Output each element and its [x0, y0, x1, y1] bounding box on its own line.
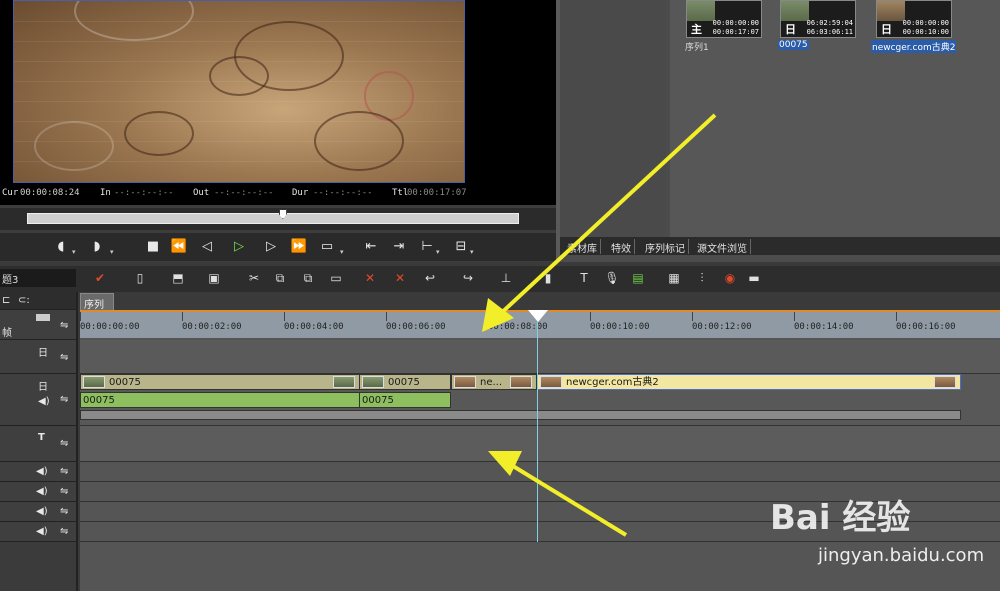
watermark-logo: Bai 经验 [770, 498, 911, 538]
arrow-head-2 [488, 451, 522, 476]
annotation-arrow-2 [506, 461, 628, 537]
annotation-arrow-1 [496, 113, 717, 318]
watermark-url: jingyan.baidu.com [818, 545, 985, 566]
